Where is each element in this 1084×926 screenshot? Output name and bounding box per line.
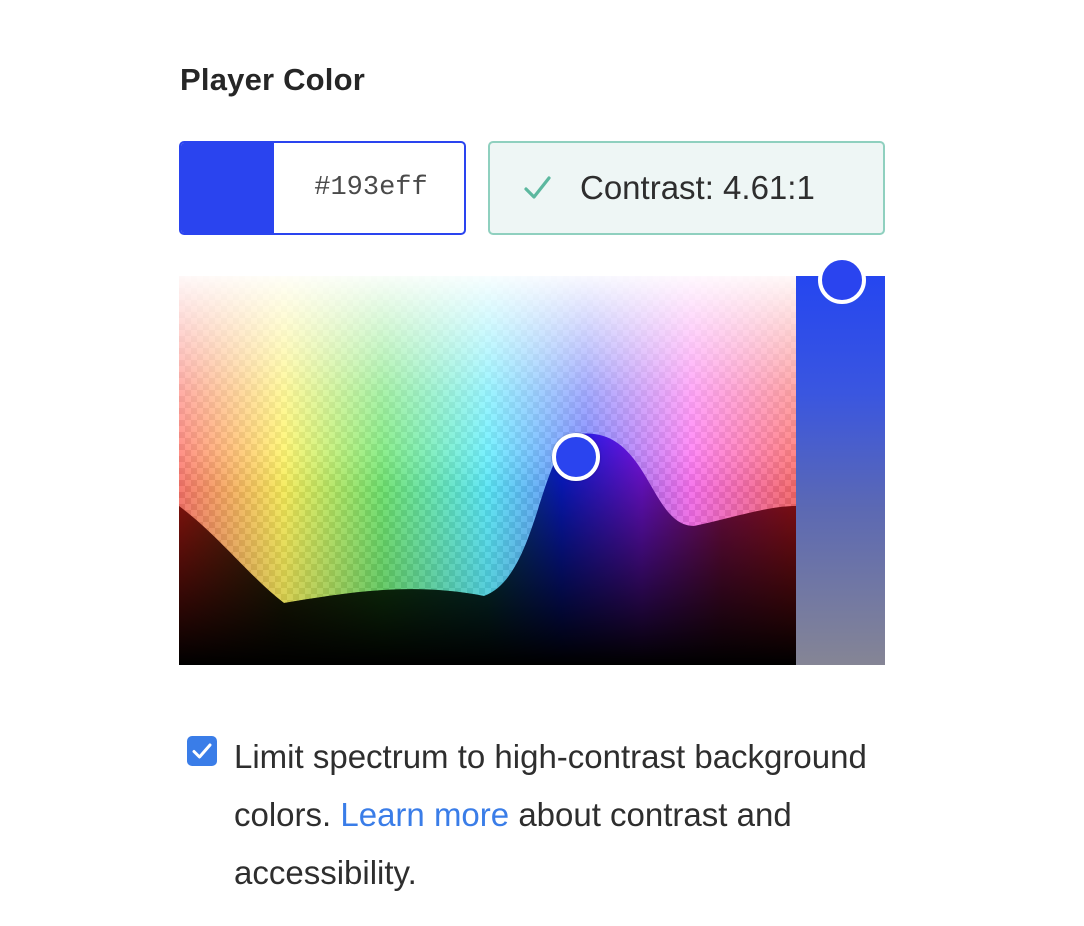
spectrum-handle[interactable] <box>552 433 600 481</box>
hex-value[interactable]: #193eff <box>274 143 464 233</box>
contrast-badge: Contrast: 4.61:1 <box>488 141 885 235</box>
checkmark-icon <box>524 176 551 199</box>
limit-spectrum-label: Limit spectrum to high-contrast backgrou… <box>234 728 874 902</box>
spectrum-graphic[interactable] <box>179 276 796 665</box>
contrast-ratio-label: Contrast: 4.61:1 <box>580 169 815 206</box>
lightness-slider[interactable] <box>796 276 885 665</box>
color-spectrum[interactable] <box>179 276 796 665</box>
color-swatch[interactable] <box>181 143 274 233</box>
learn-more-link[interactable]: Learn more <box>340 796 509 833</box>
section-title: Player Color <box>180 62 366 97</box>
checkbox-checkmark-icon <box>192 743 212 759</box>
hex-color-input[interactable]: #193eff <box>179 141 466 235</box>
lightness-slider-handle[interactable] <box>818 256 866 304</box>
limit-spectrum-checkbox[interactable] <box>187 736 217 766</box>
